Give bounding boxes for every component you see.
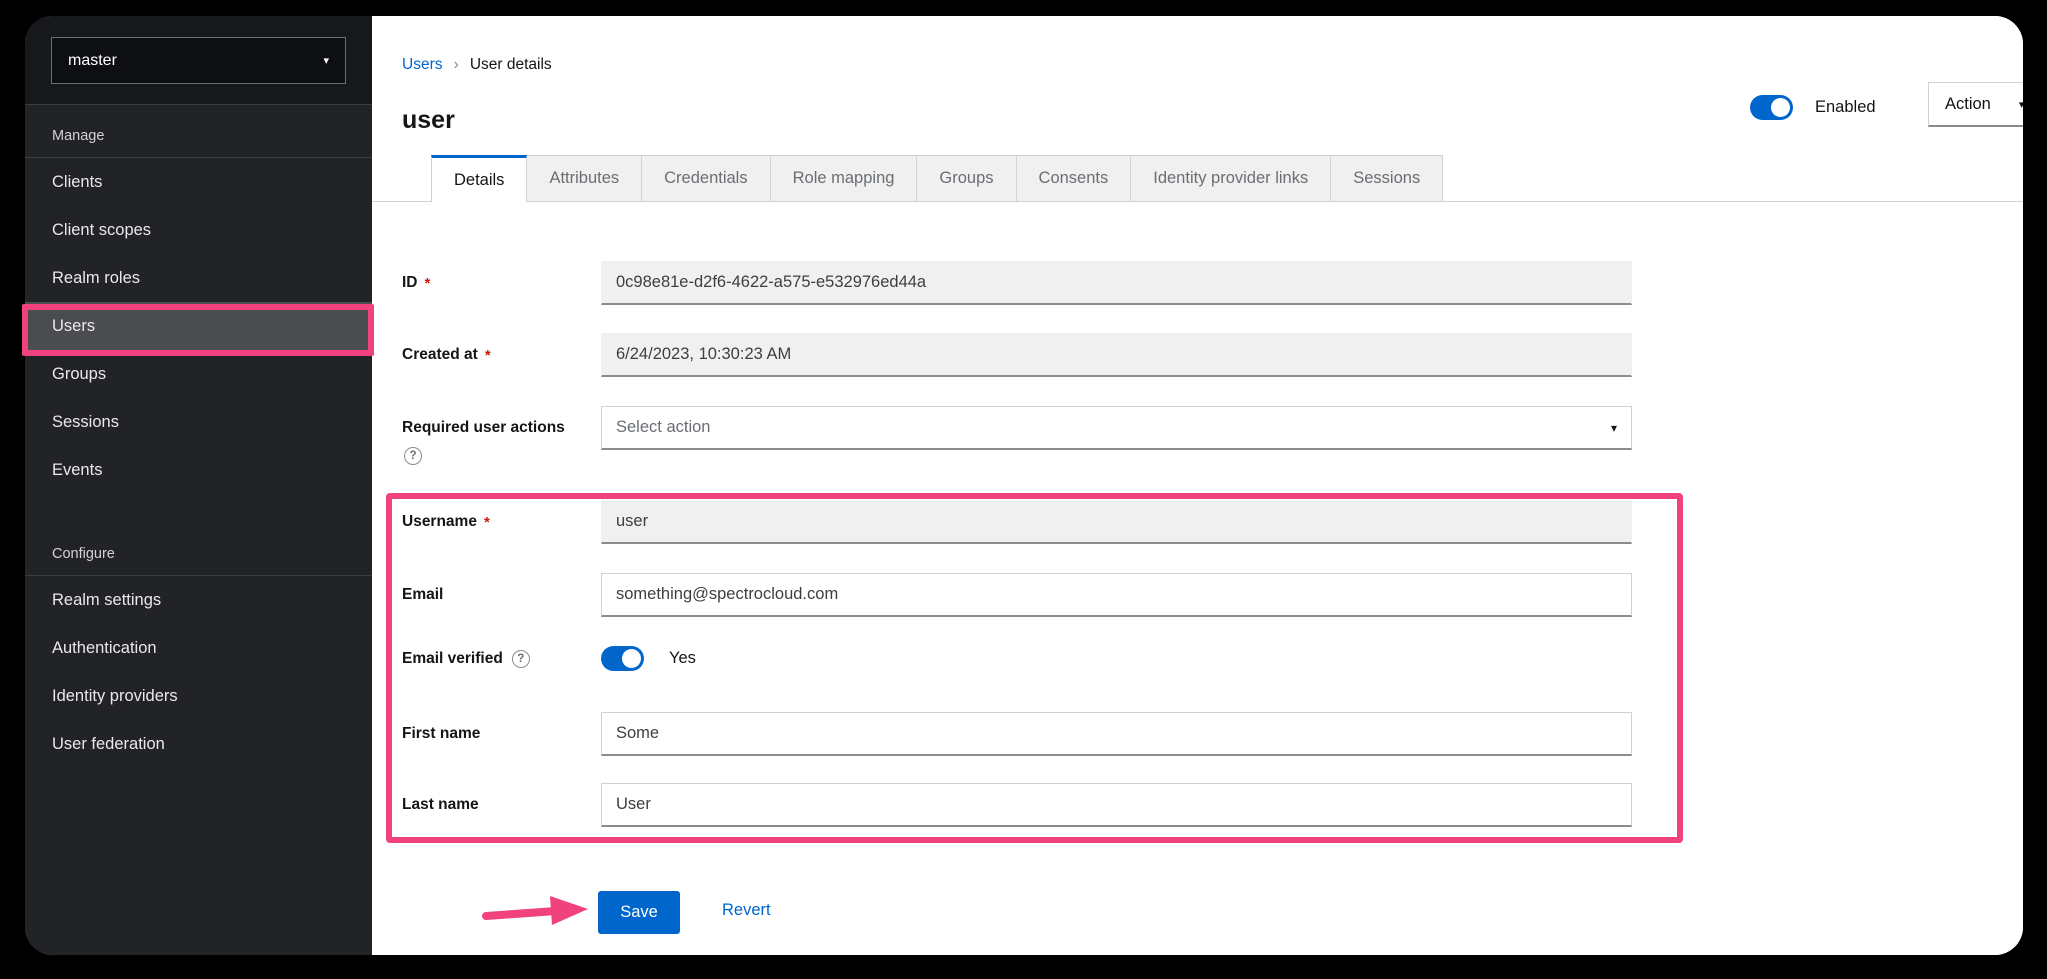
toggle-knob [622, 649, 641, 668]
email-verified-help-icon[interactable]: ? [512, 650, 530, 668]
id-field [601, 261, 1632, 305]
created-at-label: Created at [402, 346, 478, 364]
chevron-down-icon: ▾ [2019, 98, 2023, 111]
id-label: ID [402, 274, 418, 292]
email-verified-toggle[interactable] [601, 646, 644, 671]
first-name-label: First name [402, 725, 480, 743]
save-button[interactable]: Save [598, 891, 680, 934]
field-row-first-name: First name [372, 712, 2023, 756]
field-row-created-at: Created at * [372, 333, 2023, 377]
sidebar-item-identity-providers[interactable]: Identity providers [25, 672, 372, 720]
tab-role-mapping[interactable]: Role mapping [771, 155, 918, 201]
sidebar-item-sessions[interactable]: Sessions [25, 398, 372, 446]
action-dropdown[interactable]: Action ▾ [1928, 82, 2023, 127]
username-label: Username [402, 513, 477, 531]
tab-identity-provider-links[interactable]: Identity provider links [1131, 155, 1331, 201]
breadcrumb-current: User details [470, 56, 552, 74]
tab-consents[interactable]: Consents [1017, 155, 1132, 201]
username-field [601, 500, 1632, 544]
field-row-username: Username * [372, 500, 2023, 544]
sidebar-heading-manage: Manage [25, 105, 372, 158]
tab-details[interactable]: Details [431, 155, 527, 202]
required-marker: * [485, 347, 491, 364]
realm-selector-area: master ▾ [25, 16, 372, 105]
field-row-id: ID * [372, 261, 2023, 305]
last-name-field[interactable] [601, 783, 1632, 827]
breadcrumb-users-link[interactable]: Users [402, 56, 442, 74]
main-content: Users › User details user Enabled Action… [372, 16, 2023, 955]
tab-groups[interactable]: Groups [917, 155, 1016, 201]
email-label: Email [402, 586, 443, 604]
email-verified-label: Email verified [402, 650, 503, 668]
sidebar-item-groups[interactable]: Groups [25, 350, 372, 398]
last-name-label: Last name [402, 796, 479, 814]
realm-selector[interactable]: master ▾ [51, 37, 346, 84]
sidebar-item-clients[interactable]: Clients [25, 158, 372, 206]
enabled-label: Enabled [1815, 98, 1876, 117]
action-dropdown-label: Action [1945, 95, 1991, 114]
sidebar-item-user-federation[interactable]: User federation [25, 720, 372, 768]
required-marker: * [484, 514, 490, 531]
breadcrumb-separator-icon: › [453, 56, 458, 74]
first-name-field[interactable] [601, 712, 1632, 756]
required-actions-label: Required user actions [402, 419, 565, 437]
required-actions-placeholder: Select action [616, 418, 710, 437]
created-at-field [601, 333, 1632, 377]
tab-sessions[interactable]: Sessions [1331, 155, 1443, 201]
sidebar-item-users[interactable]: Users [25, 302, 372, 350]
sidebar-heading-configure: Configure [25, 494, 372, 576]
app-window: master ▾ Manage Clients Client scopes Re… [25, 16, 2023, 955]
field-row-email: Email [372, 573, 2023, 617]
chevron-down-icon: ▾ [1611, 421, 1617, 435]
chevron-down-icon: ▾ [323, 54, 329, 67]
sidebar-nav: Manage Clients Client scopes Realm roles… [25, 105, 372, 955]
field-row-required-actions: Required user actions Select action ▾ [372, 406, 2023, 450]
sidebar-item-authentication[interactable]: Authentication [25, 624, 372, 672]
sidebar-item-realm-roles[interactable]: Realm roles [25, 254, 372, 302]
sidebar: master ▾ Manage Clients Client scopes Re… [25, 16, 372, 955]
required-actions-select[interactable]: Select action ▾ [601, 406, 1632, 450]
realm-selector-value: master [68, 52, 117, 70]
sidebar-item-events[interactable]: Events [25, 446, 372, 494]
tab-attributes[interactable]: Attributes [527, 155, 642, 201]
breadcrumb: Users › User details [402, 56, 552, 74]
revert-link[interactable]: Revert [722, 901, 771, 920]
enabled-toggle[interactable] [1750, 95, 1793, 120]
email-field[interactable] [601, 573, 1632, 617]
email-verified-state: Yes [669, 649, 696, 668]
sidebar-item-client-scopes[interactable]: Client scopes [25, 206, 372, 254]
page-title: user [402, 106, 455, 135]
screenshot-frame: master ▾ Manage Clients Client scopes Re… [0, 0, 2047, 979]
toggle-knob [1771, 98, 1790, 117]
tab-credentials[interactable]: Credentials [642, 155, 770, 201]
sidebar-item-realm-settings[interactable]: Realm settings [25, 576, 372, 624]
required-actions-help-icon[interactable]: ? [404, 447, 422, 465]
field-row-last-name: Last name [372, 783, 2023, 827]
tab-bar: Details Attributes Credentials Role mapp… [431, 155, 1443, 202]
required-marker: * [425, 275, 431, 292]
